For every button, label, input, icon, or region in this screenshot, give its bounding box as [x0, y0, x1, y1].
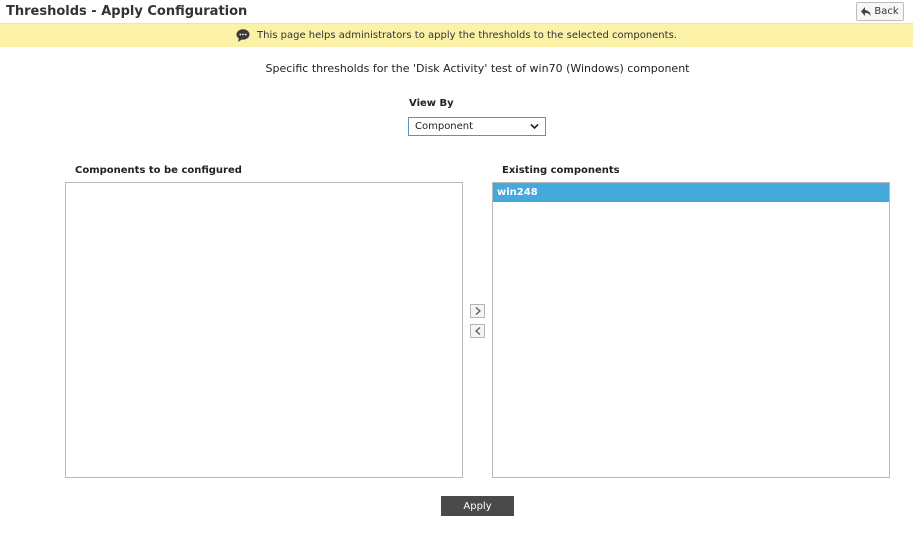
list-item[interactable]: win248 — [493, 183, 889, 202]
existing-components-label: Existing components — [502, 165, 620, 176]
view-by-label: View By — [409, 98, 454, 109]
components-to-configure-list[interactable] — [65, 182, 463, 478]
move-left-button[interactable] — [470, 324, 485, 338]
info-message: This page helps administrators to apply … — [257, 30, 677, 41]
title-bar: Thresholds - Apply Configuration Back — [0, 0, 913, 24]
page-title: Thresholds - Apply Configuration — [6, 4, 248, 19]
back-button[interactable]: Back — [856, 2, 904, 21]
existing-components-list[interactable]: win248 — [492, 182, 890, 478]
chevron-right-icon — [475, 307, 481, 315]
view-by-selected-value: Component — [415, 121, 474, 132]
move-right-button[interactable] — [470, 304, 485, 318]
view-by-select[interactable]: Component — [408, 117, 546, 136]
info-banner: This page helps administrators to apply … — [0, 24, 913, 47]
apply-button[interactable]: Apply — [441, 496, 514, 516]
components-to-configure-label: Components to be configured — [75, 165, 242, 176]
back-arrow-icon — [861, 7, 872, 16]
chevron-down-icon — [530, 123, 539, 130]
back-button-label: Back — [874, 6, 899, 17]
page-subtitle: Specific thresholds for the 'Disk Activi… — [265, 62, 690, 75]
speech-bubble-icon — [236, 29, 250, 42]
chevron-left-icon — [474, 327, 480, 335]
